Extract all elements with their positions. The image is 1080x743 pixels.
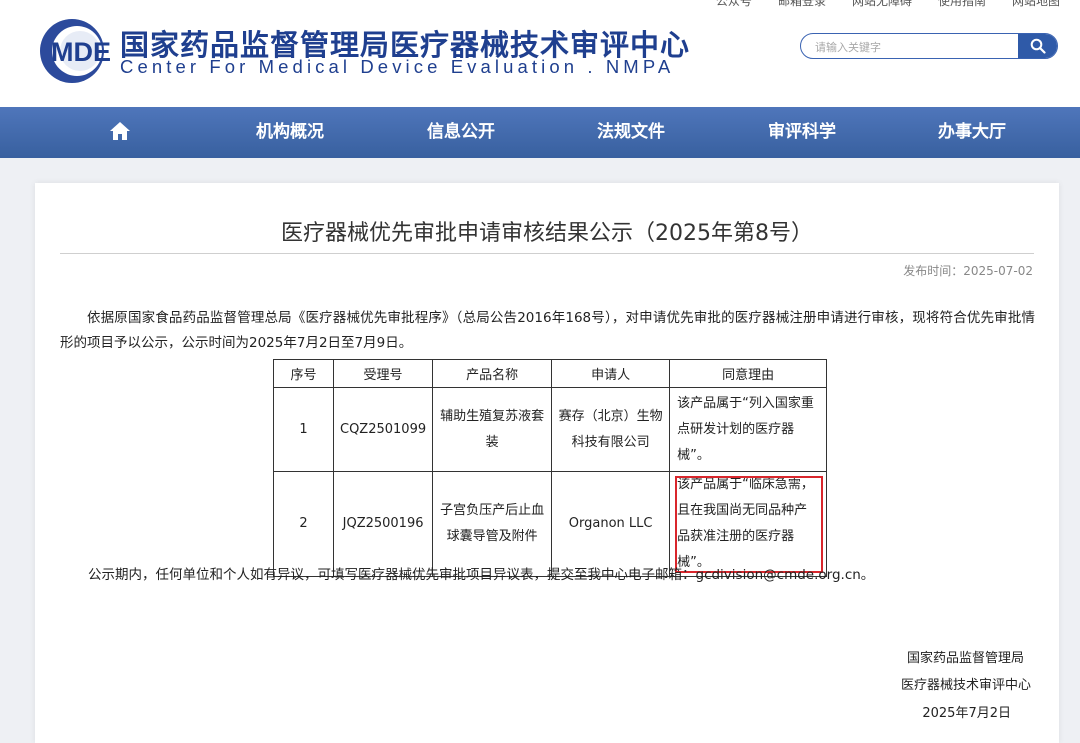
top-link-wechat[interactable]: 公众号: [716, 0, 752, 9]
cell-acceptance-no: CQZ2501099: [332, 387, 434, 472]
cell-applicant: Organon LLC: [551, 471, 671, 577]
search-input[interactable]: [813, 34, 1017, 58]
top-link-sitemap[interactable]: 网站地图: [1012, 0, 1060, 9]
objection-note: 公示期内，任何单位和个人如有异议，可填写医疗器械优先审批项目异议表，提交至我中心…: [88, 567, 875, 583]
col-header-applicant: 申请人: [551, 359, 671, 388]
col-header-acceptance-no: 受理号: [332, 359, 434, 388]
search-box: [800, 33, 1058, 59]
table-header-row: 序号 受理号 产品名称 申请人 同意理由: [273, 359, 828, 388]
table-row: 2 JQZ2500196 子宫负压产后止血球囊导管及附件 Organon LLC…: [273, 471, 828, 577]
intro-paragraph: 依据原国家食品药品监督管理总局《医疗器械优先审批程序》（总局公告2016年168…: [60, 310, 1035, 351]
nav-regulations[interactable]: 法规文件: [576, 107, 686, 158]
cell-product-name: 子宫负压产后止血球囊导管及附件: [432, 471, 553, 577]
logo-english-name: Center For Medical Device Evaluation . N…: [120, 56, 675, 77]
nav-service-hall[interactable]: 办事大厅: [917, 107, 1027, 158]
cell-index: 2: [273, 471, 334, 577]
article-panel: 医疗器械优先审批申请审核结果公示（2025年第8号） 发布时间：2025-07-…: [35, 183, 1059, 743]
signature-dept: 医疗器械技术审评中心: [900, 678, 1031, 693]
home-icon: [110, 121, 130, 140]
cell-applicant: 赛存（北京）生物科技有限公司: [551, 387, 671, 472]
nav-about[interactable]: 机构概况: [235, 107, 345, 158]
cell-product-name: 辅助生殖复苏液套装: [432, 387, 553, 472]
col-header-reason: 同意理由: [669, 359, 828, 388]
cell-index: 1: [273, 387, 334, 472]
nav-info-disclosure[interactable]: 信息公开: [406, 107, 516, 158]
results-table: 序号 受理号 产品名称 申请人 同意理由 1 CQZ2501099 辅助生殖复苏…: [273, 359, 828, 577]
site-header: 公众号 邮箱登录 网站无障碍 使用指南 网站地图 MDE 国家药品监督管理局医疗…: [0, 0, 1080, 107]
search-icon: [1030, 38, 1046, 54]
nav-review-science[interactable]: 审评科学: [747, 107, 857, 158]
col-header-index: 序号: [273, 359, 334, 388]
table-row: 1 CQZ2501099 辅助生殖复苏液套装 赛存（北京）生物科技有限公司 该产…: [273, 387, 828, 472]
col-header-product-name: 产品名称: [432, 359, 553, 388]
publish-time: 发布时间：2025-07-02: [903, 264, 1033, 278]
top-link-accessibility[interactable]: 网站无障碍: [852, 0, 912, 9]
article-title: 医疗器械优先审批申请审核结果公示（2025年第8号）: [281, 221, 813, 246]
logo-icon[interactable]: MDE: [36, 17, 116, 85]
nav-home[interactable]: [80, 107, 160, 158]
signature-org: 国家药品监督管理局: [906, 651, 1024, 666]
top-link-guide[interactable]: 使用指南: [938, 0, 986, 9]
title-divider: [60, 253, 1034, 254]
signature-date: 2025年7月2日: [922, 706, 1011, 721]
cell-acceptance-no: JQZ2500196: [332, 471, 434, 577]
cell-reason-highlighted: 该产品属于“临床急需，且在我国尚无同品种产品获准注册的医疗器械”。: [669, 471, 828, 577]
logo-mark-text: MDE: [51, 37, 111, 67]
search-button[interactable]: [1018, 34, 1057, 58]
top-link-mail[interactable]: 邮箱登录: [778, 0, 826, 9]
cell-reason: 该产品属于“列入国家重点研发计划的医疗器械”。: [669, 387, 828, 472]
main-nav: 机构概况 信息公开 法规文件 审评科学 办事大厅: [0, 107, 1080, 158]
top-links: 公众号 邮箱登录 网站无障碍 使用指南 网站地图: [716, 0, 1060, 9]
